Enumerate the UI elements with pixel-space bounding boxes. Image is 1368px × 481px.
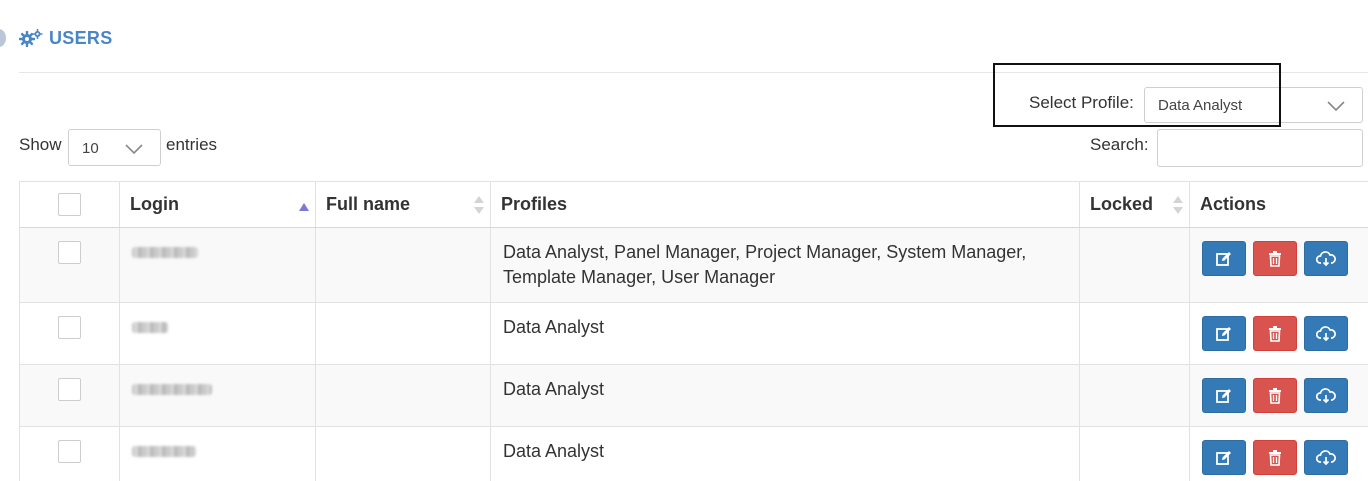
locked-cell [1079,426,1190,481]
cloud-download-icon [1316,449,1336,465]
download-button[interactable] [1304,378,1348,413]
search-label: Search: [1090,135,1149,154]
users-table: Login Full name Profiles Locked Actions … [19,181,1368,481]
column-label: Locked [1090,194,1154,214]
column-header-full-name[interactable]: Full name [315,181,491,228]
profiles-text: Data Analyst, Panel Manager, Project Man… [503,242,1027,287]
profiles-cell: Data Analyst [490,302,1080,365]
edit-icon [1216,251,1231,266]
locked-cell [1079,227,1190,303]
download-button[interactable] [1304,316,1348,351]
row-select-cell [19,426,120,481]
page-header: USERS [19,26,113,50]
full-name-cell [315,426,491,481]
row-select-cell [19,227,120,303]
row-select-cell [19,364,120,427]
select-all-checkbox[interactable] [58,193,81,216]
column-label: Actions [1200,194,1267,214]
login-cell [119,227,316,303]
trash-icon [1269,387,1281,404]
profile-select[interactable]: Data Analyst [1144,87,1363,123]
trash-icon [1269,449,1281,466]
edit-icon [1216,326,1231,341]
sort-both-icon [1173,196,1183,219]
cloud-download-icon [1316,387,1336,403]
profiles-text: Data Analyst [503,317,605,337]
column-label: Login [130,194,179,214]
edit-icon [1216,450,1231,465]
users-page: USERS Select Profile: Data Analyst Show … [0,0,1368,481]
sidebar-toggle-edge[interactable] [0,29,6,47]
redacted-login [132,384,212,395]
column-header-locked[interactable]: Locked [1079,181,1190,228]
profiles-cell: Data Analyst [490,426,1080,481]
column-header-login[interactable]: Login [119,181,316,228]
header-divider [19,72,1368,73]
table-row: Data Analyst, Panel Manager, Project Man… [19,227,1368,303]
edit-button[interactable] [1202,316,1246,351]
chevron-down-icon [124,142,144,160]
actions-cell [1189,426,1368,481]
row-select-cell [19,302,120,365]
sort-both-icon [474,196,484,219]
entries-length-select[interactable]: 10 [68,129,161,166]
redacted-login [132,322,168,333]
column-header-actions: Actions [1189,181,1368,228]
login-cell [119,364,316,427]
delete-button[interactable] [1253,316,1297,351]
full-name-cell [315,227,491,303]
delete-button[interactable] [1253,378,1297,413]
redacted-login [132,446,196,457]
locked-cell [1079,364,1190,427]
redacted-login [132,247,198,258]
login-cell [119,302,316,365]
actions-cell [1189,227,1368,303]
download-button[interactable] [1304,241,1348,276]
locked-cell [1079,302,1190,365]
trash-icon [1269,325,1281,342]
delete-button[interactable] [1253,241,1297,276]
edit-button[interactable] [1202,440,1246,475]
entries-label: entries [166,135,218,154]
chevron-down-icon [1326,99,1346,117]
table-row: Data Analyst [19,426,1368,481]
cloud-download-icon [1316,250,1336,266]
profiles-cell: Data Analyst, Panel Manager, Project Man… [490,227,1080,303]
column-label: Profiles [501,194,568,214]
sort-ascending-icon [299,196,309,217]
table-row: Data Analyst [19,364,1368,427]
page-title: USERS [49,27,113,48]
profile-select-value: Data Analyst [1158,97,1243,114]
full-name-cell [315,302,491,365]
show-label: Show [19,135,62,154]
actions-cell [1189,364,1368,427]
search-input[interactable] [1157,129,1363,167]
row-checkbox[interactable] [58,316,81,339]
column-header-profiles: Profiles [490,181,1080,228]
edit-button[interactable] [1202,378,1246,413]
row-checkbox[interactable] [58,440,81,463]
table-row: Data Analyst [19,302,1368,365]
edit-icon [1216,388,1231,403]
cogs-icon [19,28,43,48]
login-cell [119,426,316,481]
profiles-cell: Data Analyst [490,364,1080,427]
full-name-cell [315,364,491,427]
actions-cell [1189,302,1368,365]
row-checkbox[interactable] [58,241,81,264]
column-label: Full name [326,194,411,214]
trash-icon [1269,250,1281,267]
cloud-download-icon [1316,325,1336,341]
profiles-text: Data Analyst [503,441,605,461]
select-all-header [19,181,120,228]
download-button[interactable] [1304,440,1348,475]
edit-button[interactable] [1202,241,1246,276]
table-header-row: Login Full name Profiles Locked Actions [19,181,1368,228]
delete-button[interactable] [1253,440,1297,475]
entries-length-value: 10 [82,140,99,157]
row-checkbox[interactable] [58,378,81,401]
profiles-text: Data Analyst [503,379,605,399]
select-profile-label: Select Profile: [1029,93,1134,112]
